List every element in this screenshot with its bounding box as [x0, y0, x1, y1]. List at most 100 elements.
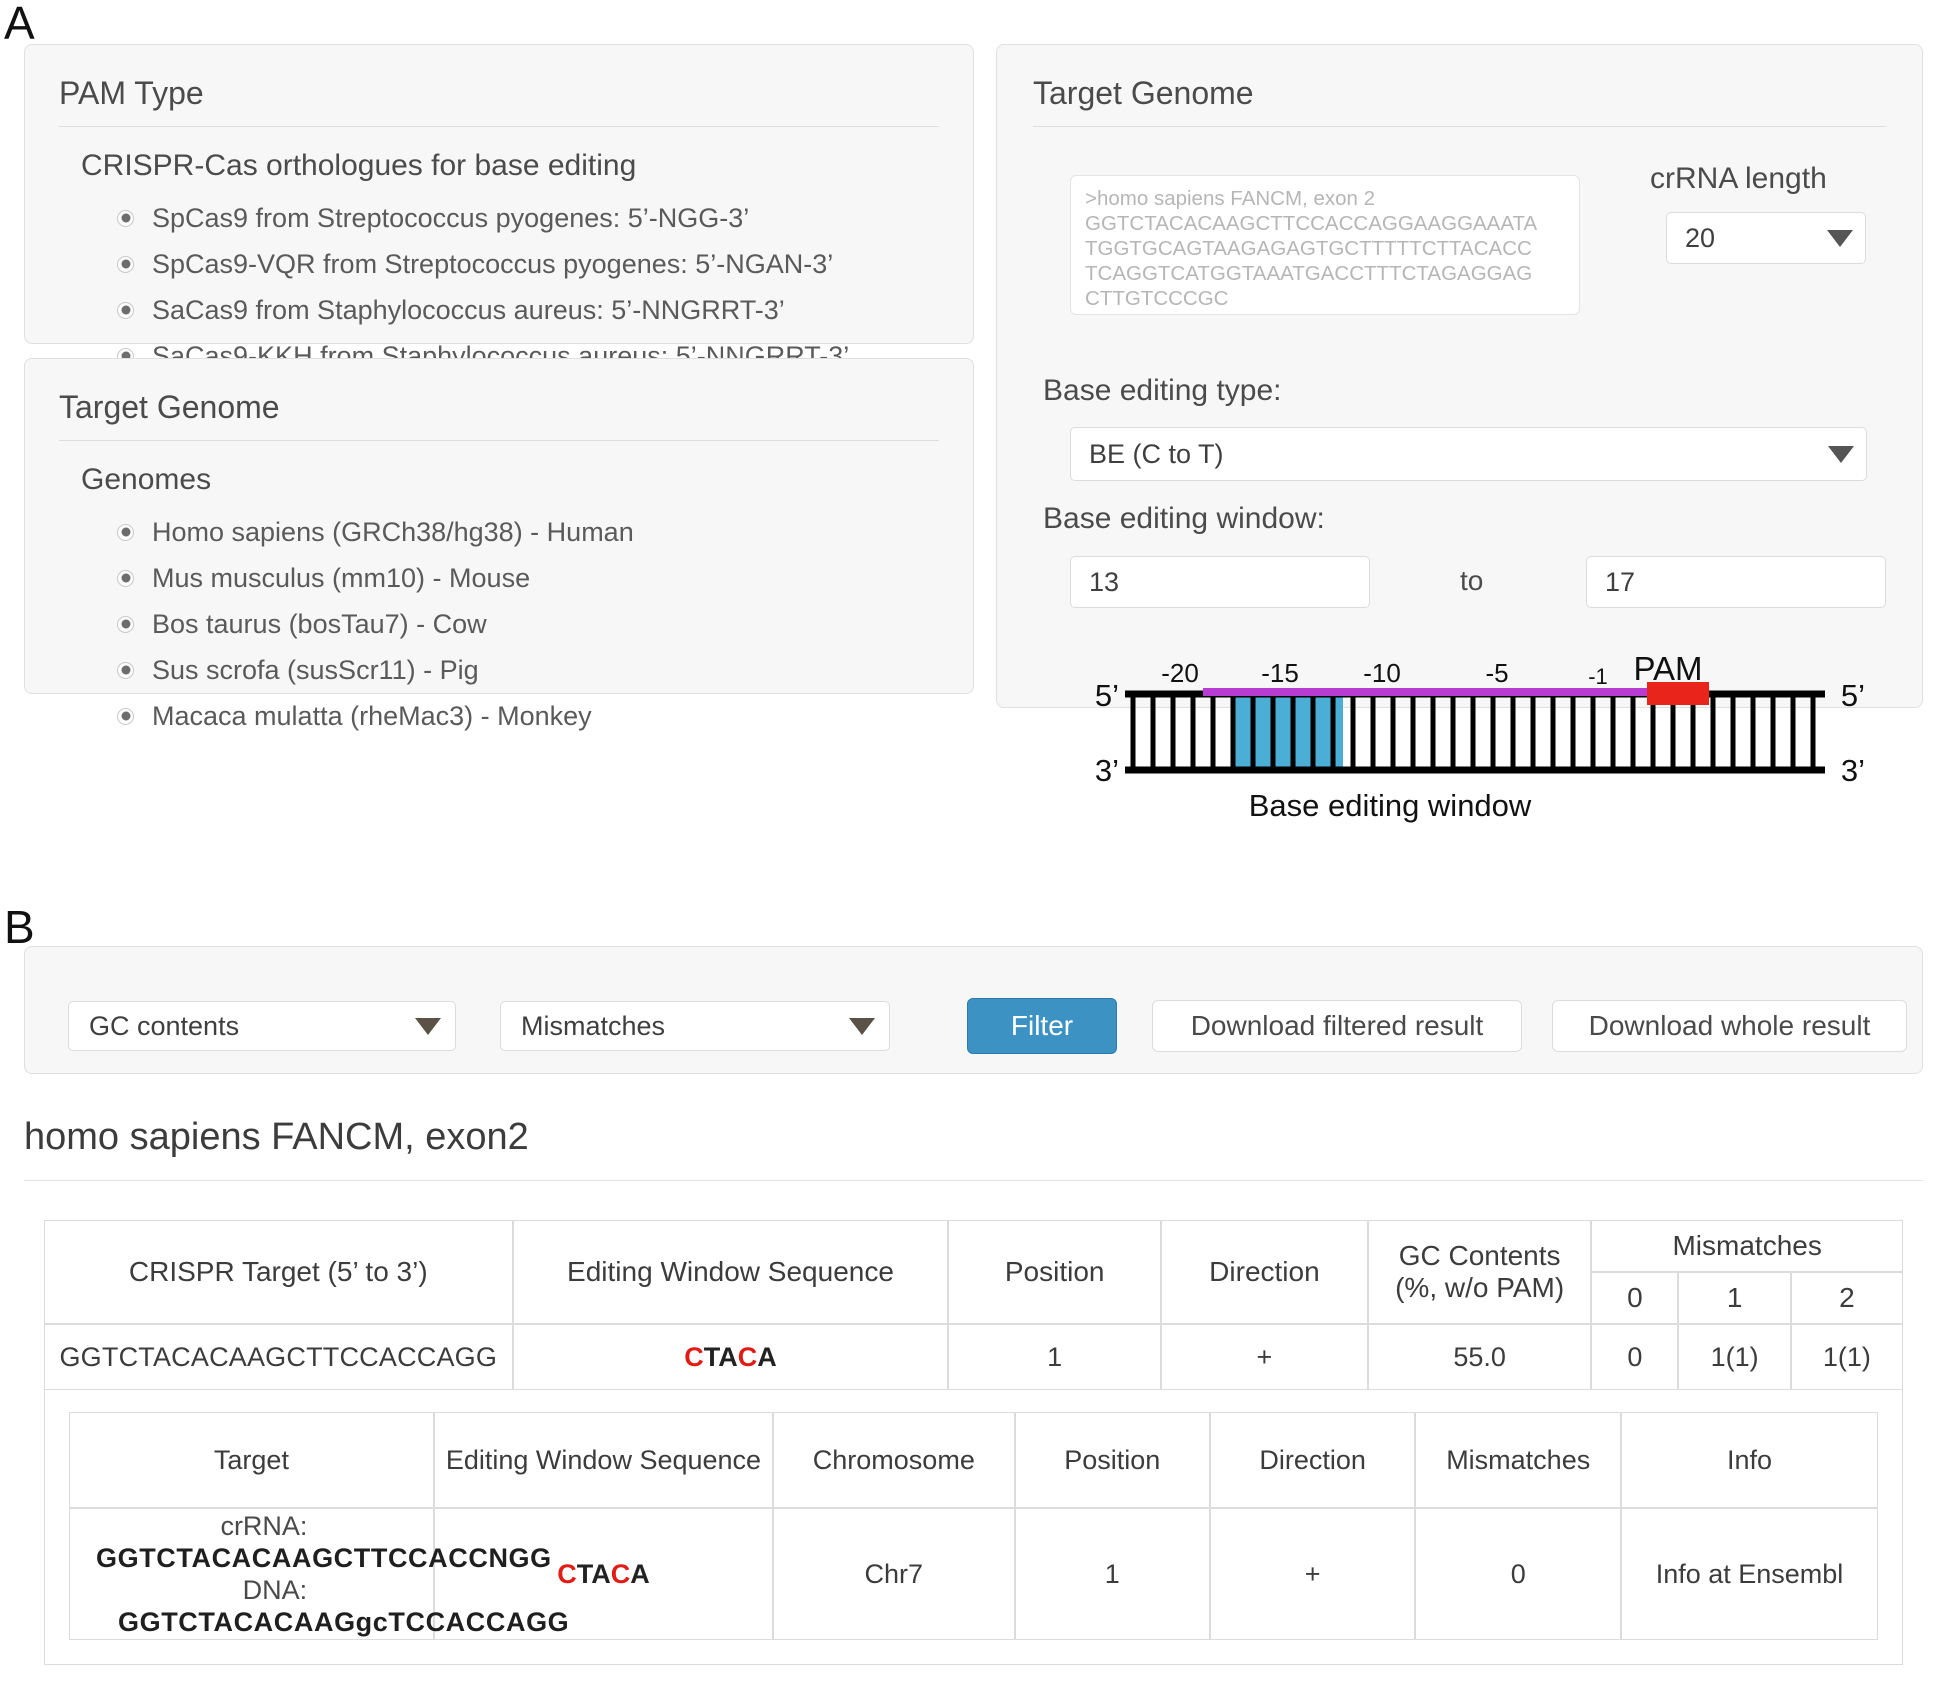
radio-icon[interactable]: [117, 209, 134, 227]
result-title: homo sapiens FANCM, exon2: [24, 1116, 529, 1158]
tick-label: -5: [1485, 658, 1508, 688]
download-whole-button[interactable]: Download whole result: [1552, 1000, 1907, 1052]
target-genome-card: Target Genome Genomes Homo sapiens (GRCh…: [24, 358, 974, 731]
th-mismatches: Mismatches: [1415, 1412, 1621, 1508]
mismatches-select[interactable]: Mismatches: [500, 1001, 890, 1051]
dna-schematic-svg: -20 -15 -10 -5 -1 PAM 5’ 3’ 5’ 3’ Base e…: [1095, 650, 1865, 823]
result-divider: [24, 1180, 1923, 1181]
pam-option-label: SpCas9-VQR from Streptococcus pyogenes: …: [152, 248, 834, 279]
pam-option-item[interactable]: SaCas9 from Staphylococcus aureus: 5’-NN…: [117, 287, 939, 333]
cell-mismatch-2-link[interactable]: 1(1): [1790, 1324, 1903, 1390]
cell-mismatch-1-link[interactable]: 1(1): [1678, 1324, 1791, 1390]
cell-mismatch-0: 0: [1591, 1324, 1679, 1390]
dna-sequence: GGTCTACACAAGgcTCCACCAGG: [118, 1607, 570, 1637]
radio-icon[interactable]: [117, 569, 134, 587]
table-row: crRNA: GGTCTACACAAGCTTCCACCNGG DNA: GGTC…: [69, 1508, 1878, 1640]
genome-option-label: Sus scrofa (susScr11) - Pig: [152, 654, 479, 685]
th-mismatch-2: 2: [1790, 1272, 1903, 1324]
pam-type-subheading: CRISPR-Cas orthologues for base editing: [81, 149, 637, 182]
th-editing-window-sequence: Editing Window Sequence: [512, 1220, 949, 1324]
table-detail-row: Target Editing Window Sequence Chromosom…: [44, 1390, 1903, 1665]
results-table-body: GGTCTACACAAGCTTCCACCAGG CTACA 1 + 55.0 0…: [44, 1324, 1903, 1665]
sequence-textarea[interactable]: >homo sapiens FANCM, exon 2 GGTCTACACAAG…: [1070, 175, 1580, 315]
genome-option-item[interactable]: Sus scrofa (susScr11) - Pig: [117, 647, 939, 693]
crrna-label: crRNA:: [220, 1511, 308, 1541]
radio-icon[interactable]: [117, 615, 134, 633]
table-header-row: CRISPR Target (5’ to 3’) Editing Window …: [44, 1220, 1903, 1324]
th-crispr-target: CRISPR Target (5’ to 3’): [44, 1220, 513, 1324]
pam-block: [1647, 682, 1709, 705]
five-prime-right-label: 5’: [1841, 678, 1865, 713]
offtarget-table-body: crRNA: GGTCTACACAAGCTTCCACCNGG DNA: GGTC…: [69, 1508, 1878, 1640]
tick-label: -10: [1363, 658, 1401, 688]
window-from-input[interactable]: 13: [1070, 556, 1370, 608]
three-prime-left-label: 3’: [1095, 753, 1119, 788]
th-position: Position: [1014, 1412, 1210, 1508]
genome-option-label: Macaca mulatta (rheMac3) - Monkey: [152, 700, 592, 731]
cell-mismatches: 0: [1415, 1508, 1621, 1640]
pam-option-list: SpCas9 from Streptococcus pyogenes: 5’-N…: [117, 195, 939, 379]
window-to-input[interactable]: 17: [1586, 556, 1886, 608]
pam-option-label: SpCas9 from Streptococcus pyogenes: 5’-N…: [152, 202, 750, 233]
page-root: A B PAM Type CRISPR-Cas orthologues for …: [0, 0, 1947, 1684]
offtarget-table-head: Target Editing Window Sequence Chromosom…: [69, 1412, 1878, 1508]
radio-icon[interactable]: [117, 523, 134, 541]
crrna-length-select[interactable]: 20: [1666, 212, 1866, 264]
base-editing-type-label: Base editing type:: [1043, 374, 1282, 407]
genome-option-item[interactable]: Macaca mulatta (rheMac3) - Monkey: [117, 693, 939, 739]
th-editing-window-sequence: Editing Window Sequence: [433, 1412, 774, 1508]
chevron-down-icon: [849, 1017, 875, 1035]
genome-option-item[interactable]: Mus musculus (mm10) - Mouse: [117, 555, 939, 601]
genome-option-item[interactable]: Homo sapiens (GRCh38/hg38) - Human: [117, 509, 939, 555]
cell-chromosome: Chr7: [773, 1508, 1015, 1640]
radio-icon[interactable]: [117, 301, 134, 319]
base-editing-type-select[interactable]: BE (C to T): [1070, 427, 1867, 481]
cell-direction: +: [1209, 1508, 1416, 1640]
editing-window-sequence-text: CTACA: [684, 1341, 777, 1372]
crrna-length-label: crRNA length: [1650, 162, 1827, 195]
radio-icon[interactable]: [117, 661, 134, 679]
dna-label: DNA:: [242, 1575, 308, 1605]
target-genome-title: Target Genome: [59, 389, 280, 425]
dna-line: DNA: GGTCTACACAAGgcTCCACCAGG: [96, 1574, 569, 1638]
crrna-line: crRNA: GGTCTACACAAGCTTCCACCNGG: [96, 1510, 551, 1574]
download-filtered-button[interactable]: Download filtered result: [1152, 1000, 1522, 1052]
th-mismatches: Mismatches: [1591, 1220, 1903, 1272]
th-direction: Direction: [1209, 1412, 1416, 1508]
pam-option-item[interactable]: SpCas9-VQR from Streptococcus pyogenes: …: [117, 241, 939, 287]
genome-option-label: Bos taurus (bosTau7) - Cow: [152, 608, 487, 639]
three-prime-right-label: 3’: [1841, 753, 1865, 788]
tick-label: -20: [1161, 658, 1199, 688]
offtarget-table: Target Editing Window Sequence Chromosom…: [69, 1412, 1878, 1640]
results-table-wrapper: CRISPR Target (5’ to 3’) Editing Window …: [44, 1220, 1903, 1665]
table-header-row: Target Editing Window Sequence Chromosom…: [69, 1412, 1878, 1508]
editing-window-caption: Base editing window: [1249, 788, 1532, 823]
cell-position: 1: [1014, 1508, 1210, 1640]
filter-button[interactable]: Filter: [967, 998, 1117, 1054]
th-direction: Direction: [1160, 1220, 1368, 1324]
results-table: CRISPR Target (5’ to 3’) Editing Window …: [44, 1220, 1903, 1665]
editing-window-sequence-text: CTACA: [557, 1558, 650, 1589]
th-position: Position: [948, 1220, 1161, 1324]
cell-position: 1: [948, 1324, 1161, 1390]
five-prime-left-label: 5’: [1095, 678, 1119, 713]
radio-icon[interactable]: [117, 707, 134, 725]
genome-option-item[interactable]: Bos taurus (bosTau7) - Cow: [117, 601, 939, 647]
dna-rungs: [1130, 694, 1816, 770]
editing-window-highlight: [1233, 694, 1343, 770]
crrna-sequence: GGTCTACACAAGCTTCCACCNGG: [96, 1543, 552, 1573]
pam-option-label: SaCas9 from Staphylococcus aureus: 5’-NN…: [152, 294, 785, 325]
radio-icon[interactable]: [117, 255, 134, 273]
chevron-down-icon: [415, 1017, 441, 1035]
dna-schematic: -20 -15 -10 -5 -1 PAM 5’ 3’ 5’ 3’ Base e…: [1085, 648, 1875, 823]
gc-contents-select[interactable]: GC contents: [68, 1001, 456, 1051]
pam-option-item[interactable]: SpCas9 from Streptococcus pyogenes: 5’-N…: [117, 195, 939, 241]
th-gc-contents-line2: (%, w/o PAM): [1395, 1272, 1565, 1303]
base-editing-type-value: BE (C to T): [1089, 438, 1224, 469]
th-gc-contents-line1: GC Contents: [1398, 1240, 1561, 1271]
target-config-title: Target Genome: [1033, 75, 1254, 111]
genome-option-label: Homo sapiens (GRCh38/hg38) - Human: [152, 516, 634, 547]
ensembl-info-link[interactable]: Info at Ensembl: [1620, 1508, 1878, 1640]
tick-label: -1: [1588, 664, 1608, 689]
chevron-down-icon: [1828, 445, 1854, 463]
